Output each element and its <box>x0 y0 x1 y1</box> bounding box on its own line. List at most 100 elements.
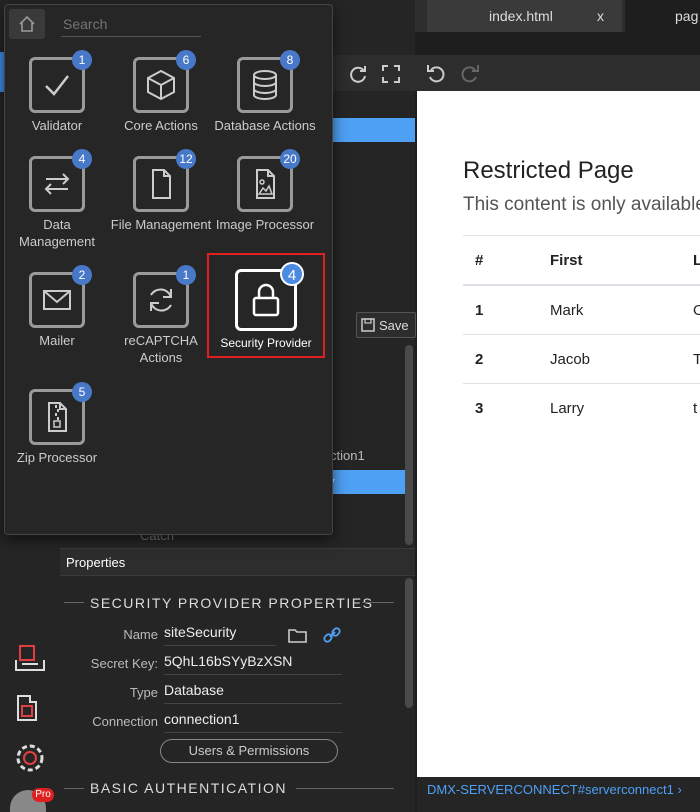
table-header: First <box>550 252 583 269</box>
table-border <box>463 284 700 286</box>
action-label: Image Processor <box>215 217 315 232</box>
tab-page[interactable]: pag <box>625 0 700 32</box>
count-badge: 20 <box>280 149 300 169</box>
cube-icon: 6 <box>133 50 196 113</box>
count-badge: 1 <box>72 50 92 70</box>
table-cell: 3 <box>475 400 484 417</box>
page-preview: Restricted Page This content is only ava… <box>417 91 700 777</box>
action-label: Core Actions <box>124 118 198 133</box>
save-button[interactable]: Save <box>356 312 416 338</box>
action-label: Data Management <box>19 217 95 249</box>
table-border <box>463 383 700 384</box>
section-title-basic-auth: BASIC AUTHENTICATION <box>90 780 287 796</box>
table-cell: O <box>693 302 700 319</box>
action-label: reCAPTCHA Actions <box>124 333 198 365</box>
action-file-management[interactable]: 12 File Management <box>109 149 213 233</box>
tab-label: index.html <box>489 8 553 24</box>
search-input[interactable] <box>61 11 201 37</box>
action-label: Database Actions <box>214 118 316 133</box>
count-badge: 4 <box>280 262 304 286</box>
save-label: Save <box>379 317 409 333</box>
name-field[interactable]: siteSecurity <box>164 624 276 646</box>
users-permissions-button[interactable]: Users & Permissions <box>160 739 338 763</box>
tab-index-html[interactable]: index.html x <box>427 0 622 32</box>
zip-file-icon: 5 <box>29 382 92 445</box>
tab-close-icon[interactable]: x <box>597 0 604 32</box>
type-select[interactable]: Database <box>164 682 342 704</box>
action-image-processor[interactable]: 20 Image Processor <box>213 149 317 233</box>
image-file-icon: 20 <box>237 149 300 212</box>
action-validator[interactable]: 1 Validator <box>5 50 109 134</box>
swap-arrows-icon: 4 <box>29 149 92 212</box>
database-icon: 8 <box>237 50 300 113</box>
link-icon[interactable] <box>322 626 342 649</box>
settings-gear-icon[interactable] <box>12 740 48 776</box>
home-button[interactable] <box>9 9 45 39</box>
tree-selected-row[interactable] <box>332 118 415 142</box>
connection-select[interactable]: connection1 <box>164 711 342 733</box>
section-divider <box>64 788 84 789</box>
save-icon <box>361 318 375 332</box>
count-badge: 2 <box>72 265 92 285</box>
section-divider <box>362 602 394 603</box>
tree-item-connection[interactable]: ction1 <box>330 448 365 463</box>
section-title: SECURITY PROVIDER PROPERTIES <box>90 595 374 611</box>
action-label: Validator <box>31 118 83 133</box>
deploy-icon[interactable] <box>12 640 48 676</box>
action-data-management[interactable]: 4 Data Management <box>5 149 109 250</box>
action-label: Security Provider <box>220 336 312 350</box>
editor-toolbar <box>415 55 700 91</box>
status-bar[interactable]: DMX-SERVERCONNECT#serverconnect1 › <box>417 777 700 812</box>
action-security-provider[interactable]: 4 Security Provider <box>207 253 325 358</box>
tree-scrollbar[interactable] <box>405 345 413 545</box>
folder-icon[interactable] <box>288 626 308 649</box>
count-badge: 4 <box>72 149 92 169</box>
table-cell: 1 <box>475 302 484 319</box>
count-badge: 6 <box>176 50 196 70</box>
section-divider <box>296 788 394 789</box>
extensions-icon[interactable] <box>12 690 48 726</box>
table-cell: 2 <box>475 351 484 368</box>
action-database-actions[interactable]: 8 Database Actions <box>213 50 317 134</box>
check-icon: 1 <box>29 50 92 113</box>
action-zip-processor[interactable]: 5 Zip Processor <box>5 382 109 466</box>
action-label: Mailer <box>39 333 75 348</box>
connection-label: Connection <box>92 714 158 729</box>
action-mailer[interactable]: 2 Mailer <box>5 265 109 349</box>
properties-scrollbar[interactable] <box>405 578 413 708</box>
secret-key-label: Secret Key: <box>90 656 158 671</box>
fullscreen-icon[interactable] <box>380 63 402 85</box>
table-header: # <box>475 252 484 269</box>
refresh-icon: 1 <box>133 265 196 328</box>
secret-key-field[interactable]: 5QhL16bSYyBzXSN <box>164 653 342 675</box>
undo-icon[interactable] <box>425 62 447 89</box>
table-cell: Jacob <box>550 351 591 368</box>
action-label: File Management <box>110 217 212 232</box>
page-lead: This content is only available <box>463 194 700 215</box>
file-icon: 12 <box>133 149 196 212</box>
action-core-actions[interactable]: 6 Core Actions <box>109 50 213 134</box>
status-breadcrumb[interactable]: DMX-SERVERCONNECT#serverconnect1 › <box>427 782 682 797</box>
table-border <box>463 235 700 236</box>
table-cell: Larry <box>550 400 585 417</box>
count-badge: 8 <box>280 50 300 70</box>
refresh-icon[interactable] <box>347 63 369 85</box>
lock-icon: 4 <box>235 262 304 331</box>
action-picker-popup: 1 Validator 6 Core Actions 8 Database Ac… <box>4 4 333 535</box>
mail-icon: 2 <box>29 265 92 328</box>
action-recaptcha[interactable]: 1 reCAPTCHA Actions <box>109 265 213 366</box>
redo-icon[interactable] <box>459 62 481 89</box>
table-border <box>463 334 700 335</box>
action-label: Zip Processor <box>16 450 98 465</box>
home-icon <box>19 15 35 32</box>
section-divider <box>64 602 84 603</box>
pro-badge: Pro <box>32 788 54 802</box>
table-cell: T <box>693 351 700 368</box>
count-badge: 12 <box>176 149 196 169</box>
page-title: Restricted Page <box>463 157 634 184</box>
table-header: L <box>693 252 700 269</box>
properties-panel-header: Properties <box>60 548 415 576</box>
count-badge: 5 <box>72 382 92 402</box>
table-cell: Mark <box>550 302 584 319</box>
editor-tabs: index.html x pag <box>415 0 700 32</box>
